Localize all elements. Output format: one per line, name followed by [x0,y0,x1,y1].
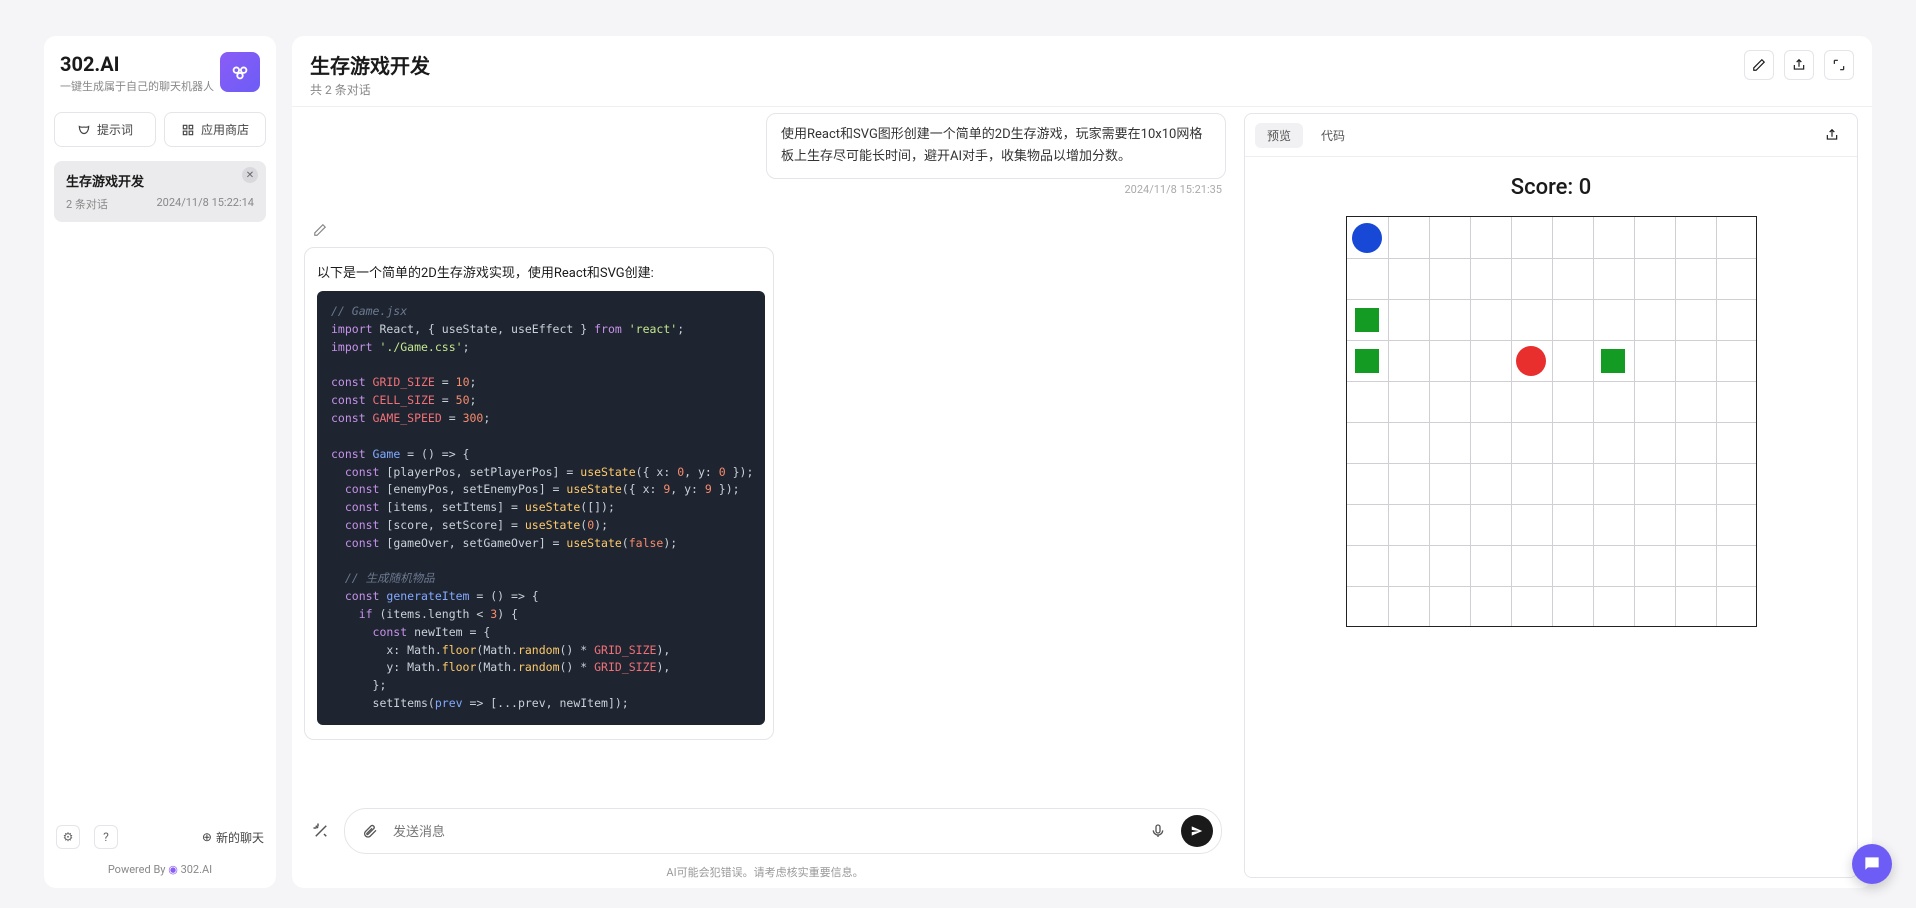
magic-icon[interactable] [308,818,334,844]
ai-message: 以下是一个简单的2D生存游戏实现，使用React和SVG创建: // Game.… [304,247,774,740]
score-display: Score: 0 [1511,175,1591,200]
header-bar: 生存游戏开发 共 2 条对话 [292,36,1872,107]
conversation-count: 2 条对话 [66,196,108,212]
user-message: 使用React和SVG图形创建一个简单的2D生存游戏，玩家需要在10x10网格板… [766,113,1226,179]
preview-body: Score: 0 [1245,157,1857,877]
sidebar-footer: ⚙ ? ⊕ 新的聊天 [54,819,266,855]
brand-title: 302.AI [60,52,214,76]
user-message-time: 2024/11/8 15:21:35 [766,183,1226,196]
conversation-item[interactable]: ✕ 生存游戏开发 2 条对话 2024/11/8 15:22:14 [54,161,266,222]
brand-subtitle: 一键生成属于自己的聊天机器人 [60,78,214,94]
enemy-piece [1516,346,1546,376]
header-titles: 生存游戏开发 共 2 条对话 [310,50,430,98]
sidebar: 302.AI 一键生成属于自己的聊天机器人 提示词 应用商店 ✕ 生存游戏开发 [44,36,276,888]
message-input[interactable] [393,824,1135,839]
app-store-button[interactable]: 应用商店 [164,112,266,147]
new-chat-label: 新的聊天 [216,829,264,846]
close-conversation-icon[interactable]: ✕ [242,167,258,183]
prompt-button[interactable]: 提示词 [54,112,156,147]
score-label: Score: [1511,175,1579,200]
new-chat-button[interactable]: ⊕ 新的聊天 [202,829,264,846]
brand-logo-icon [220,52,260,92]
code-block[interactable]: // Game.jsx import React, { useState, us… [317,291,765,725]
ai-edit-row [304,220,1226,241]
tab-preview[interactable]: 预览 [1255,123,1303,148]
expand-icon[interactable] [1824,50,1854,80]
send-button[interactable] [1181,815,1213,847]
mask-icon [77,123,91,137]
powered-dot-icon: ◉ [168,863,180,876]
ai-intro-text: 以下是一个简单的2D生存游戏实现，使用React和SVG创建: [317,262,765,281]
page-title: 生存游戏开发 [310,50,430,79]
settings-icon[interactable]: ⚙ [56,825,80,849]
header-icons [1744,50,1854,80]
tab-code[interactable]: 代码 [1309,123,1357,148]
microphone-icon[interactable] [1145,818,1171,844]
powered-brand: 302.AI [181,863,213,876]
user-message-row: 使用React和SVG图形创建一个简单的2D生存游戏，玩家需要在10x10网格板… [304,113,1226,196]
split-view: 使用React和SVG图形创建一个简单的2D生存游戏，玩家需要在10x10网格板… [292,107,1872,888]
app-store-button-label: 应用商店 [201,121,249,138]
grid-icon [181,123,195,137]
sidebar-footer-left: ⚙ ? [56,825,118,849]
share-icon[interactable] [1784,50,1814,80]
powered-prefix: Powered By [108,863,168,876]
disclaimer-text: AI可能会犯错误。请考虑核实重要信息。 [300,864,1230,888]
attachment-icon[interactable] [357,818,383,844]
score-value: 0 [1579,175,1592,200]
player-piece [1352,223,1382,253]
prompt-button-label: 提示词 [97,121,133,138]
edit-response-icon[interactable] [310,220,330,240]
conversation-list: ✕ 生存游戏开发 2 条对话 2024/11/8 15:22:14 [54,161,266,819]
chat-fab-icon[interactable] [1852,844,1892,884]
powered-by: Powered By ◉ 302.AI [54,863,266,876]
sidebar-actions: 提示词 应用商店 [54,112,266,147]
chat-column: 使用React和SVG图形创建一个简单的2D生存游戏，玩家需要在10x10网格板… [300,113,1230,888]
brand-text: 302.AI 一键生成属于自己的聊天机器人 [60,52,214,94]
item-piece-2 [1601,349,1625,373]
input-bar [300,798,1230,864]
plus-icon: ⊕ [202,830,212,844]
main-panel: 生存游戏开发 共 2 条对话 使用React和SVG图形创建一个简单的2D生存游… [292,36,1872,888]
conversation-title: 生存游戏开发 [66,171,254,190]
preview-share-icon[interactable] [1817,120,1847,150]
game-grid[interactable] [1346,216,1757,627]
conversation-meta: 2 条对话 2024/11/8 15:22:14 [66,196,254,212]
edit-title-icon[interactable] [1744,50,1774,80]
page-subtitle: 共 2 条对话 [310,81,430,98]
preview-column: 预览 代码 Score: 0 [1244,113,1858,878]
item-piece-1 [1355,349,1379,373]
item-piece-0 [1355,308,1379,332]
chat-scroll[interactable]: 使用React和SVG图形创建一个简单的2D生存游戏，玩家需要在10x10网格板… [300,113,1230,798]
input-wrapper [344,808,1222,854]
brand-row: 302.AI 一键生成属于自己的聊天机器人 [54,48,266,94]
preview-tabs: 预览 代码 [1245,114,1857,157]
conversation-time: 2024/11/8 15:22:14 [156,196,254,212]
help-icon[interactable]: ? [94,825,118,849]
